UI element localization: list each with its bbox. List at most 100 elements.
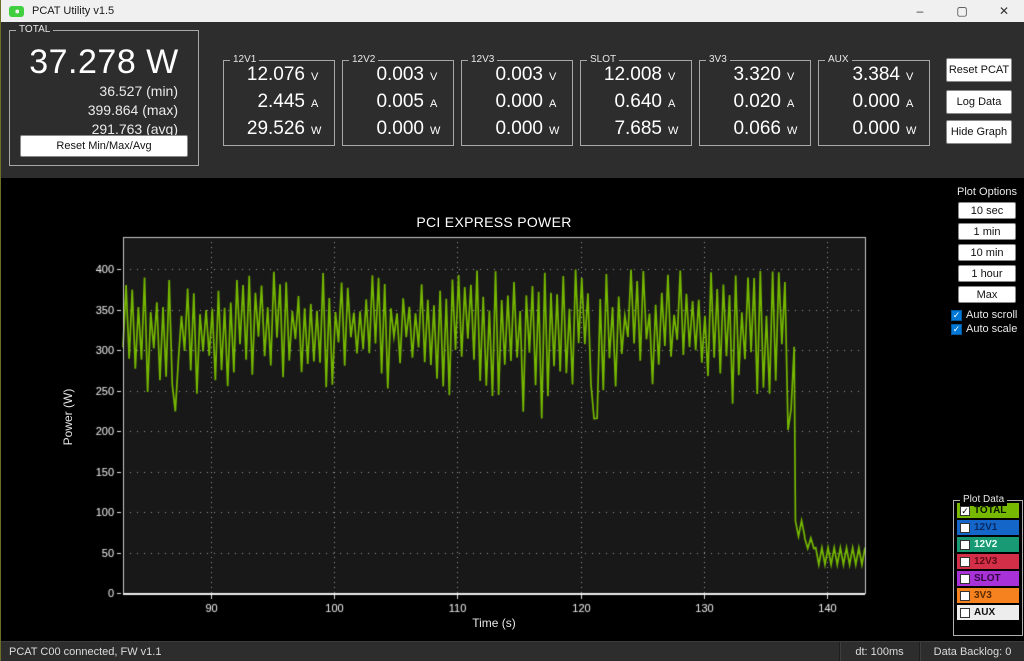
rail-unit: W	[311, 125, 322, 137]
connection-status: PCAT C00 connected, FW v1.1	[9, 645, 162, 658]
legend-series-label: TOTAL	[974, 505, 1007, 516]
legend-checkbox-aux[interactable]	[960, 607, 970, 618]
plot-range-buttons: 10 sec 1 min 10 min 1 hour Max	[958, 202, 1016, 307]
range-button-1-hour[interactable]: 1 hour	[958, 265, 1016, 282]
graph-panel: PCI EXPRESS POWER Power (W) Time (s) Plo…	[1, 178, 1024, 641]
plot-data-legend: ✓ TOTAL 12V1 12V2 12V3 SLOT 3V3 AUX	[954, 503, 1022, 620]
range-button-1-min[interactable]: 1 min	[958, 223, 1016, 240]
rail-value: 0.066	[733, 118, 781, 139]
legend-series-label: 12V1	[974, 522, 998, 533]
reset-min-max-avg-button[interactable]: Reset Min/Max/Avg	[20, 135, 188, 157]
readout-toolbar: TOTAL 37.278 W 36.527 (min) 399.864 (max…	[1, 22, 1024, 178]
rail-value: 0.000	[852, 118, 900, 139]
rail-measurement-row: 3.320 V	[700, 64, 810, 88]
legend-checkbox-12v3[interactable]	[960, 556, 970, 567]
legend-row-12v1: 12V1	[957, 520, 1019, 535]
rail-measurement-row: 0.003 V	[462, 64, 572, 88]
status-bar: PCAT C00 connected, FW v1.1 dt: 100ms Da…	[1, 641, 1024, 661]
rail-value: 7.685	[614, 118, 662, 139]
rail-measurement-row: 12.008 V	[581, 64, 691, 88]
rail-measurement-row: 3.384 V	[819, 64, 929, 88]
data-backlog-status: Data Backlog: 0	[919, 642, 1024, 661]
checkbox-label: Auto scale	[966, 323, 1018, 335]
legend-series-label: AUX	[974, 607, 996, 618]
rail-measurement-row: 0.000 W	[462, 118, 572, 142]
total-max-value: 399.864 (max)	[87, 102, 178, 118]
plot-options-panel: Plot Options 10 sec 1 min 10 min 1 hour Max …	[949, 186, 1024, 335]
chart-title: PCI EXPRESS POWER	[416, 214, 572, 230]
range-button-max[interactable]: Max	[958, 286, 1016, 303]
rail-unit: V	[549, 71, 557, 83]
auto-scale-checkbox[interactable]: ✓	[951, 323, 962, 335]
rail-value: 0.020	[733, 91, 781, 112]
rail-value: 12.008	[603, 64, 662, 85]
auto-scale-checkbox-row: ✓ Auto scale	[951, 323, 1023, 335]
maximize-button[interactable]: ▢	[941, 0, 983, 22]
rail-groupbox-12v2: 12V2 0.003 V 0.005 A 0.000 W	[342, 54, 454, 146]
legend-row-12v2: 12V2	[957, 537, 1019, 552]
rail-groupbox-label: AUX	[825, 54, 852, 66]
legend-checkbox-slot[interactable]	[960, 573, 970, 584]
rail-measurement-row: 0.000 W	[343, 118, 453, 142]
rail-measurement-row: 0.000 A	[462, 91, 572, 115]
legend-row-aux: AUX	[957, 605, 1019, 620]
minimize-button[interactable]: –	[899, 0, 941, 22]
rail-value: 0.000	[852, 91, 900, 112]
rail-value: 29.526	[246, 118, 305, 139]
legend-series-label: 12V3	[974, 556, 998, 567]
sample-interval-status: dt: 100ms	[839, 642, 919, 661]
rail-measurement-row: 7.685 W	[581, 118, 691, 142]
rail-measurement-row: 29.526 W	[224, 118, 334, 142]
rail-value: 0.000	[376, 118, 424, 139]
rail-unit: A	[787, 98, 795, 110]
rail-value: 3.384	[852, 64, 900, 85]
legend-checkbox-total[interactable]: ✓	[960, 505, 970, 516]
rail-measurement-row: 2.445 A	[224, 91, 334, 115]
rail-groupbox-label: 12V1	[230, 54, 260, 66]
close-button[interactable]: ✕	[983, 0, 1024, 22]
legend-checkbox-12v2[interactable]	[960, 539, 970, 550]
rail-value: 0.000	[495, 91, 543, 112]
rail-unit: V	[430, 71, 438, 83]
rail-unit: V	[668, 71, 676, 83]
rail-value: 12.076	[246, 64, 305, 85]
total-groupbox: TOTAL 37.278 W 36.527 (min) 399.864 (max…	[9, 24, 199, 166]
window-controls: – ▢ ✕	[899, 0, 1024, 22]
rail-unit: W	[549, 125, 560, 137]
rail-value: 0.640	[614, 91, 662, 112]
hide-graph-button[interactable]: Hide Graph	[946, 120, 1012, 144]
title-bar: PCAT Utility v1.5 – ▢ ✕	[1, 0, 1024, 22]
rail-groupbox-label: 12V3	[468, 54, 498, 66]
rail-unit: W	[906, 125, 917, 137]
legend-checkbox-12v1[interactable]	[960, 522, 970, 533]
rail-unit: W	[787, 125, 798, 137]
rail-groupbox-aux: AUX 3.384 V 0.000 A 0.000 W	[818, 54, 930, 146]
plot-options-title: Plot Options	[957, 186, 1017, 198]
rail-value: 0.003	[376, 64, 424, 85]
rail-unit: A	[668, 98, 676, 110]
total-min-value: 36.527 (min)	[99, 83, 178, 99]
range-button-10-min[interactable]: 10 min	[958, 244, 1016, 261]
range-button-10-sec[interactable]: 10 sec	[958, 202, 1016, 219]
rail-value: 3.320	[733, 64, 781, 85]
rail-measurement-row: 0.005 A	[343, 91, 453, 115]
reset-pcat-button[interactable]: Reset PCAT	[946, 58, 1012, 82]
rail-measurement-row: 0.066 W	[700, 118, 810, 142]
legend-series-label: SLOT	[974, 573, 1001, 584]
rail-measurement-row: 0.003 V	[343, 64, 453, 88]
auto-scroll-checkbox[interactable]: ✓	[951, 309, 962, 321]
rail-groupbox-12v3: 12V3 0.003 V 0.000 A 0.000 W	[461, 54, 573, 146]
rail-value: 0.003	[495, 64, 543, 85]
log-data-button[interactable]: Log Data	[946, 90, 1012, 114]
legend-checkbox-3v3[interactable]	[960, 590, 970, 601]
rail-measurement-row: 0.000 W	[819, 118, 929, 142]
window-title: PCAT Utility v1.5	[32, 5, 115, 17]
rail-unit: A	[430, 98, 438, 110]
rail-unit: A	[906, 98, 914, 110]
rail-unit: A	[311, 98, 319, 110]
total-groupbox-label: TOTAL	[16, 24, 54, 36]
legend-row-3v3: 3V3	[957, 588, 1019, 603]
rail-unit: V	[787, 71, 795, 83]
rail-measurement-row: 0.640 A	[581, 91, 691, 115]
legend-row-slot: SLOT	[957, 571, 1019, 586]
